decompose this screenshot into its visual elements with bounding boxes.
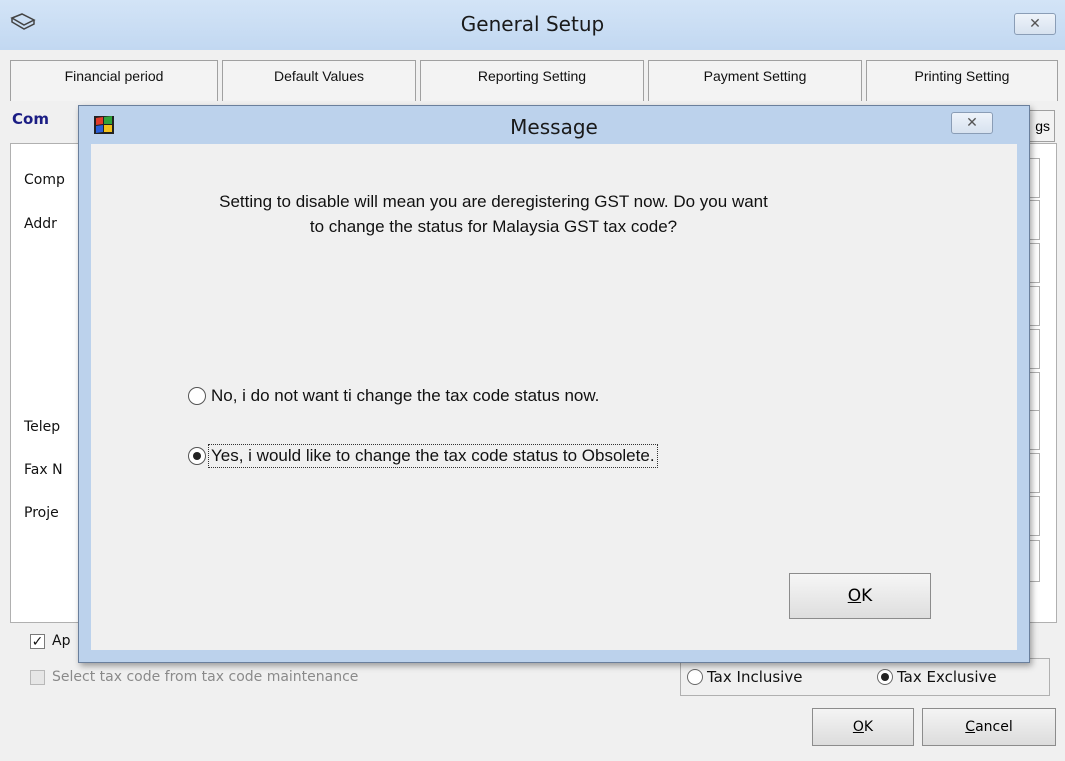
check-icon: ✓ bbox=[31, 633, 44, 650]
tab-payment-setting[interactable]: Payment Setting bbox=[648, 60, 862, 101]
apply-label: Ap bbox=[52, 633, 71, 649]
message-line-1: Setting to disable will mean you are der… bbox=[219, 192, 768, 211]
option-yes[interactable]: Yes, i would like to change the tax code… bbox=[188, 444, 658, 468]
option-no[interactable]: No, i do not want ti change the tax code… bbox=[188, 384, 601, 408]
dialog-ok-button[interactable]: OK bbox=[789, 573, 931, 619]
address-label: Addr bbox=[24, 216, 57, 232]
cancel-label-rest: ancel bbox=[975, 719, 1013, 735]
tax-inclusive-radio[interactable] bbox=[687, 669, 703, 685]
window-titlebar: General Setup ✕ bbox=[0, 0, 1065, 50]
cancel-button[interactable]: Cancel bbox=[922, 708, 1056, 746]
dialog-close-button[interactable]: ✕ bbox=[951, 112, 993, 134]
tax-inclusive-label: Tax Inclusive bbox=[707, 668, 803, 686]
ok-label-rest: K bbox=[863, 719, 874, 735]
ok-mnemonic: O bbox=[852, 719, 864, 735]
main-tabs: Financial period Default Values Reportin… bbox=[0, 60, 1065, 101]
dialog-message: Setting to disable will mean you are der… bbox=[91, 189, 896, 239]
tab-reporting-setting[interactable]: Reporting Setting bbox=[420, 60, 644, 101]
tab-printing-setting[interactable]: Printing Setting bbox=[866, 60, 1058, 101]
apply-checkbox[interactable]: ✓ bbox=[30, 634, 45, 649]
tab-label: Reporting Setting bbox=[477, 68, 587, 84]
company-label: Comp bbox=[24, 172, 65, 188]
option-yes-radio[interactable] bbox=[188, 447, 206, 465]
project-label: Proje bbox=[24, 505, 59, 521]
close-icon: ✕ bbox=[966, 115, 978, 131]
ok-button[interactable]: OK bbox=[812, 708, 914, 746]
dialog-title: Message bbox=[510, 115, 598, 139]
tab-default-values[interactable]: Default Values bbox=[222, 60, 416, 101]
dialog-ok-mnemonic: O bbox=[847, 586, 862, 606]
cancel-mnemonic: C bbox=[965, 719, 976, 735]
option-no-label: No, i do not want ti change the tax code… bbox=[211, 386, 600, 405]
window-close-button[interactable]: ✕ bbox=[1014, 13, 1056, 35]
fax-label: Fax N bbox=[24, 462, 63, 478]
dialog-body: Setting to disable will mean you are der… bbox=[91, 144, 1017, 650]
message-dialog: Message ✕ Setting to disable will mean y… bbox=[78, 105, 1030, 663]
select-tax-label: Select tax code from tax code maintenanc… bbox=[52, 669, 359, 685]
tax-exclusive-radio[interactable] bbox=[877, 669, 893, 685]
message-line-2: to change the status for Malaysia GST ta… bbox=[309, 217, 678, 236]
telephone-label: Telep bbox=[24, 419, 61, 435]
dialog-titlebar: Message ✕ bbox=[79, 106, 1029, 146]
close-icon: ✕ bbox=[1029, 16, 1041, 32]
option-yes-label: Yes, i would like to change the tax code… bbox=[208, 444, 658, 468]
tax-mode-group: Tax Inclusive Tax Exclusive bbox=[680, 658, 1050, 696]
tax-exclusive-label: Tax Exclusive bbox=[897, 668, 997, 686]
dialog-ok-label-rest: K bbox=[861, 586, 873, 606]
option-no-radio[interactable] bbox=[188, 387, 206, 405]
tab-company[interactable]: Com bbox=[12, 110, 49, 128]
tab-label: Financial period bbox=[64, 68, 164, 84]
tab-financial-period[interactable]: Financial period bbox=[10, 60, 218, 101]
tab-label: Printing Setting bbox=[914, 68, 1010, 84]
tab-label: Default Values bbox=[273, 68, 364, 84]
tab-label: Payment Setting bbox=[703, 68, 807, 84]
window-title: General Setup bbox=[460, 12, 605, 36]
select-tax-checkbox[interactable] bbox=[30, 670, 45, 685]
